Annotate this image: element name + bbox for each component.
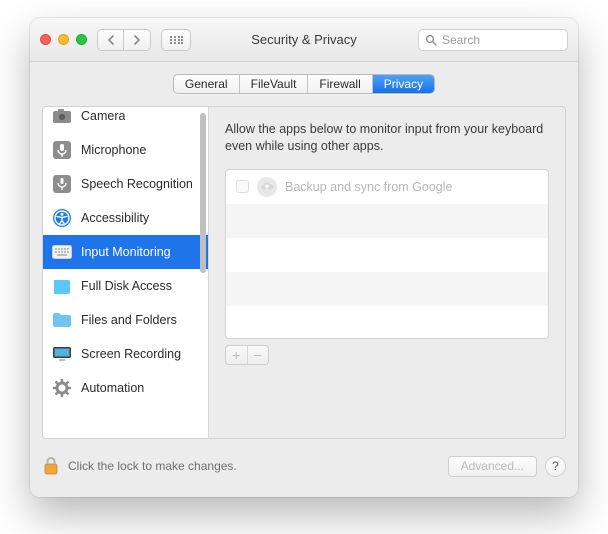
sidebar-item-screen-recording[interactable]: Screen Recording xyxy=(43,337,208,371)
app-name-label: Backup and sync from Google xyxy=(285,180,452,194)
detail-panel: Allow the apps below to monitor input fr… xyxy=(209,107,565,438)
sidebar-item-label: Camera xyxy=(81,109,125,123)
privacy-pane: Camera Microphone Speech Recognition Acc… xyxy=(42,106,566,439)
app-row-empty xyxy=(226,238,548,272)
show-all-button[interactable] xyxy=(161,29,191,51)
disk-icon xyxy=(51,275,73,297)
tab-firewall[interactable]: Firewall xyxy=(308,75,372,93)
search-field[interactable] xyxy=(418,29,568,51)
app-row[interactable]: Backup and sync from Google xyxy=(226,170,548,204)
speech-icon xyxy=(51,173,73,195)
sidebar-item-input-monitoring[interactable]: Input Monitoring xyxy=(43,235,208,269)
display-icon xyxy=(51,343,73,365)
sidebar-scrollbar[interactable] xyxy=(200,113,206,273)
tab-general[interactable]: General xyxy=(174,75,240,93)
sidebar-item-files-folders[interactable]: Files and Folders xyxy=(43,303,208,337)
window-controls xyxy=(40,34,87,45)
app-list: Backup and sync from Google xyxy=(225,169,549,339)
sidebar-item-automation[interactable]: Automation xyxy=(43,371,208,405)
app-row-empty xyxy=(226,204,548,238)
sidebar-item-label: Automation xyxy=(81,381,144,395)
chevron-right-icon xyxy=(133,35,141,45)
lock-icon xyxy=(43,456,59,476)
sidebar-item-label: Input Monitoring xyxy=(81,245,171,259)
sidebar-item-label: Screen Recording xyxy=(81,347,181,361)
cloud-upload-icon xyxy=(257,177,277,197)
app-checkbox[interactable] xyxy=(236,180,249,193)
privacy-category-sidebar: Camera Microphone Speech Recognition Acc… xyxy=(43,107,209,438)
gear-icon xyxy=(51,377,73,399)
titlebar: Security & Privacy xyxy=(30,18,578,62)
folder-icon xyxy=(51,309,73,331)
nav-back-forward xyxy=(97,29,151,51)
app-row-empty xyxy=(226,272,548,306)
sidebar-item-microphone[interactable]: Microphone xyxy=(43,133,208,167)
accessibility-icon xyxy=(51,207,73,229)
grid-icon xyxy=(169,35,183,45)
remove-app-button[interactable]: − xyxy=(248,346,269,364)
sidebar-item-camera[interactable]: Camera xyxy=(43,107,208,133)
chevron-left-icon xyxy=(107,35,115,45)
sidebar-item-label: Full Disk Access xyxy=(81,279,172,293)
advanced-button[interactable]: Advanced... xyxy=(448,456,537,477)
preferences-window: Security & Privacy General FileVault Fir… xyxy=(30,18,578,497)
sidebar-item-label: Files and Folders xyxy=(81,313,177,327)
help-button[interactable]: ? xyxy=(545,456,566,477)
sidebar-item-accessibility[interactable]: Accessibility xyxy=(43,201,208,235)
lock-button[interactable] xyxy=(42,455,60,477)
sidebar-item-full-disk-access[interactable]: Full Disk Access xyxy=(43,269,208,303)
sidebar-item-speech[interactable]: Speech Recognition xyxy=(43,167,208,201)
nav-back-button[interactable] xyxy=(98,30,124,50)
content-area: General FileVault Firewall Privacy Camer… xyxy=(30,62,578,497)
keyboard-icon xyxy=(51,241,73,263)
minimize-window-button[interactable] xyxy=(58,34,69,45)
search-input[interactable] xyxy=(442,33,561,47)
microphone-icon xyxy=(51,139,73,161)
close-window-button[interactable] xyxy=(40,34,51,45)
nav-forward-button[interactable] xyxy=(124,30,150,50)
search-icon xyxy=(425,34,437,46)
camera-icon xyxy=(51,107,73,127)
lock-hint-label: Click the lock to make changes. xyxy=(68,459,237,473)
tab-filevault[interactable]: FileVault xyxy=(240,75,309,93)
tab-bar: General FileVault Firewall Privacy xyxy=(30,62,578,104)
sidebar-item-label: Microphone xyxy=(81,143,146,157)
footer-bar: Click the lock to make changes. Advanced… xyxy=(42,447,566,485)
sidebar-item-label: Accessibility xyxy=(81,211,149,225)
panel-description: Allow the apps below to monitor input fr… xyxy=(225,121,549,155)
add-remove-segment: + − xyxy=(225,345,269,365)
zoom-window-button[interactable] xyxy=(76,34,87,45)
sidebar-item-label: Speech Recognition xyxy=(81,177,193,191)
add-app-button[interactable]: + xyxy=(226,346,248,364)
tab-privacy[interactable]: Privacy xyxy=(373,75,434,93)
app-row-empty xyxy=(226,306,548,339)
